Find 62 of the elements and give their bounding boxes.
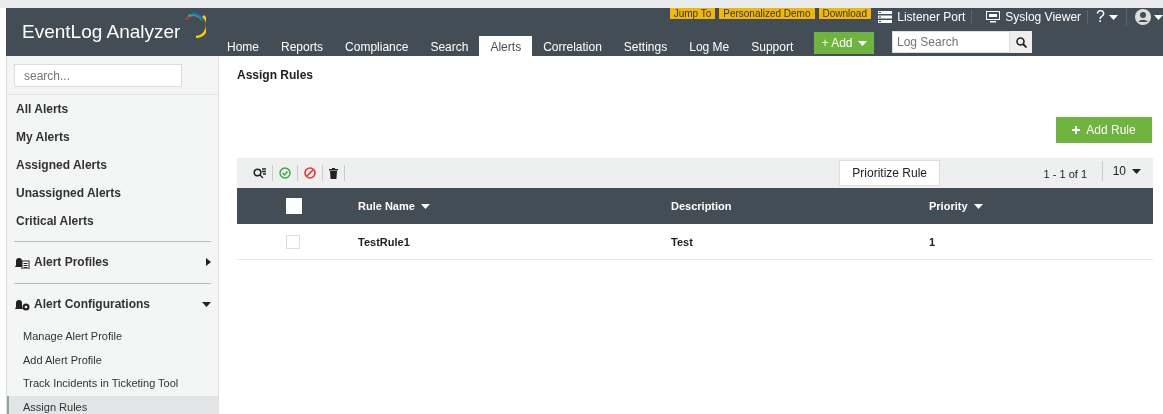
- select-all-checkbox[interactable]: [286, 198, 302, 214]
- nav-tab[interactable]: Support: [740, 36, 805, 56]
- sidebar-item[interactable]: Critical Alerts: [7, 207, 218, 235]
- sidebar-item[interactable]: Assigned Alerts: [7, 151, 218, 179]
- caret-icon: [206, 258, 211, 266]
- column-header[interactable]: Priority: [929, 200, 983, 212]
- sidebar-item[interactable]: All Alerts: [7, 95, 218, 123]
- sidebar-subitem[interactable]: Manage Alert Profile: [7, 325, 218, 349]
- block-icon: [304, 167, 316, 179]
- nav-tab[interactable]: Search: [419, 36, 480, 56]
- nav-tab[interactable]: Compliance: [334, 36, 420, 56]
- pagination-text: 1 - 1 of 1: [1043, 168, 1087, 180]
- server-icon: [878, 11, 893, 23]
- app-logo: EventLog Analyzer: [22, 21, 181, 43]
- nav-tab[interactable]: Log Me: [678, 36, 741, 56]
- table-cell: TestRule1: [358, 235, 410, 248]
- caret-icon: [1132, 168, 1141, 174]
- promo-link[interactable]: Download: [818, 8, 871, 19]
- user-menu[interactable]: [1135, 9, 1163, 25]
- nav-tab[interactable]: Alerts: [479, 36, 533, 56]
- column-header[interactable]: Description: [671, 200, 732, 212]
- bell-list-icon: [14, 255, 30, 269]
- sidebar-group[interactable]: Alert Configurations: [14, 297, 211, 311]
- toolbar-link[interactable]: Syslog Viewer: [980, 10, 1089, 24]
- plus-icon: [1072, 126, 1081, 134]
- promo-link[interactable]: Personalized Demo: [719, 8, 815, 19]
- bell-gear-icon: [14, 297, 30, 311]
- check-circle-icon: [279, 167, 291, 179]
- caret-icon: [857, 40, 867, 46]
- search-icon: [1015, 36, 1027, 48]
- arcs-logo-icon: [182, 12, 207, 38]
- nav-tab[interactable]: Home: [216, 36, 270, 56]
- sidebar-group[interactable]: Alert Profiles: [14, 255, 211, 269]
- column-header[interactable]: Rule Name: [358, 200, 430, 212]
- promo-link[interactable]: Jump To: [669, 8, 716, 19]
- page-size-select[interactable]: 10: [1101, 161, 1147, 181]
- search-field[interactable]: search...: [14, 64, 182, 87]
- toolbar-link[interactable]: Listener Port: [872, 10, 973, 24]
- trash-icon: [329, 167, 338, 179]
- sidebar-subitem[interactable]: Track Incidents in Ticketing Tool: [7, 372, 218, 396]
- sidebar-subitem[interactable]: Assign Rules: [7, 395, 218, 414]
- help-menu[interactable]: ?: [1096, 8, 1127, 26]
- row-checkbox[interactable]: [286, 234, 300, 249]
- caret-icon: [973, 203, 983, 209]
- caret-icon: [1154, 14, 1163, 20]
- monitor-icon: [986, 11, 1001, 23]
- page-title: Assign Rules: [237, 68, 315, 82]
- nav-tab[interactable]: Correlation: [532, 36, 613, 56]
- log-search-field[interactable]: Log Search: [892, 31, 1010, 53]
- prioritize-rule-button[interactable]: Prioritize Rule: [839, 160, 940, 186]
- sidebar-subitem[interactable]: Add Alert Profile: [7, 348, 218, 372]
- table-cell: 1: [929, 235, 936, 248]
- sidebar-item[interactable]: Unassigned Alerts: [7, 179, 218, 207]
- nav-tab[interactable]: Settings: [612, 36, 679, 56]
- caret-icon: [420, 203, 430, 209]
- nav-tab[interactable]: Reports: [270, 36, 335, 56]
- search-icon: [253, 167, 266, 179]
- sidebar-item[interactable]: My Alerts: [7, 123, 218, 151]
- search-button[interactable]: [1010, 31, 1032, 53]
- caret-icon: [202, 301, 211, 307]
- caret-icon: [1109, 14, 1118, 20]
- table-cell: Test: [671, 235, 693, 248]
